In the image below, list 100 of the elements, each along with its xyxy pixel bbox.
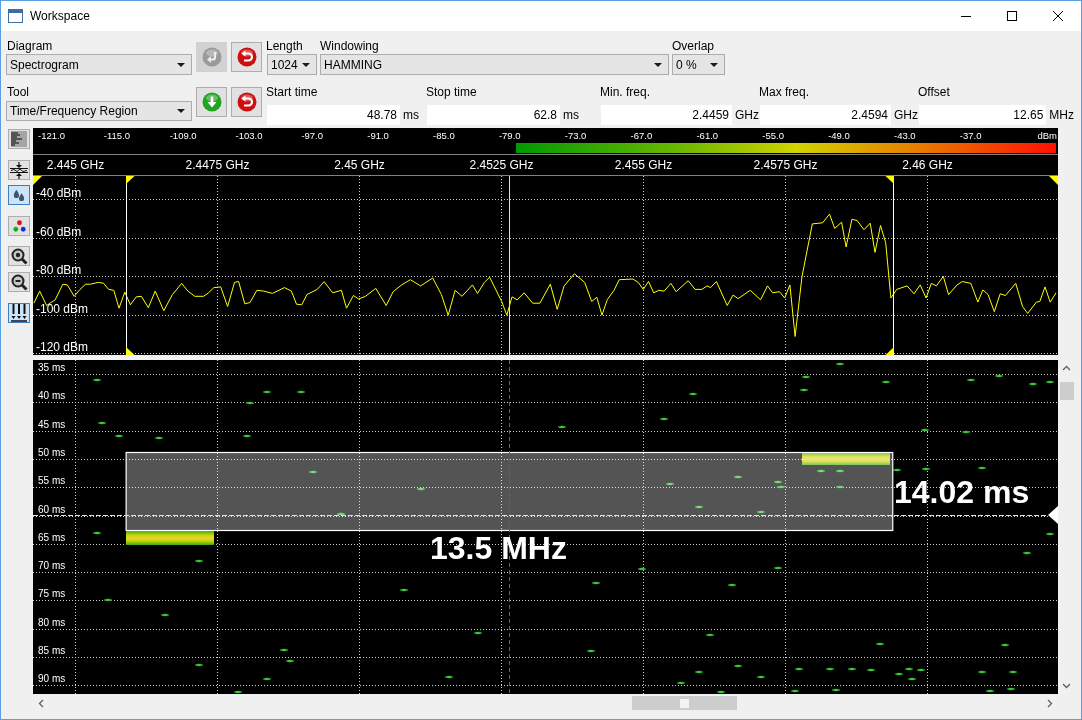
peaks-button[interactable]	[8, 303, 30, 323]
time-tick-label: 75 ms	[38, 588, 66, 600]
color-dots-icon	[12, 220, 26, 232]
unit-label: MHz	[1049, 108, 1074, 122]
field-label: Start time	[266, 84, 319, 101]
level-tick-label: -100 dBm	[36, 301, 89, 316]
zoom-out-icon	[10, 273, 28, 291]
frequency-tick-label: 2.455 GHz	[614, 158, 673, 172]
spectrogram-button[interactable]	[8, 129, 30, 149]
scrollbar-thumb[interactable]	[1059, 382, 1074, 400]
caret-icon	[177, 109, 185, 113]
min-frequency-field[interactable]: 2.4459	[601, 105, 732, 125]
fit-button[interactable]	[8, 160, 30, 180]
frequency-tick-label: 2.4475 GHz	[185, 158, 250, 172]
scale-tick-label: -73.0	[564, 130, 588, 142]
app-window-icon	[8, 9, 23, 23]
level-tick-label: -40 dBm	[36, 185, 82, 200]
scale-tick-label: -43.0	[893, 130, 917, 142]
level-tick-label: -80 dBm	[36, 262, 82, 277]
caret-icon	[177, 62, 185, 67]
close-icon	[1053, 11, 1063, 21]
length-label: Length	[266, 39, 304, 54]
scale-tick-label: -121.0	[38, 130, 66, 142]
scale-tick-label: -55.0	[762, 130, 785, 142]
time-tick-label: 40 ms	[38, 390, 66, 402]
zoom-in-button[interactable]	[8, 246, 30, 266]
chevron-down-icon	[1062, 681, 1071, 690]
edge-marker-icon	[33, 176, 42, 185]
minimize-icon	[961, 15, 971, 17]
droplets-icon	[13, 189, 25, 201]
region-end-marker[interactable]	[885, 176, 894, 355]
duration-label: 14.02 ms	[894, 476, 1030, 508]
scale-tick-label: -37.0	[959, 130, 983, 142]
field-label: Min. freq.	[600, 84, 651, 101]
region-start-marker[interactable]	[126, 176, 135, 355]
time-tick-label: 55 ms	[38, 475, 66, 487]
scale-unit-label: dBm	[1037, 130, 1057, 142]
undo-button[interactable]	[231, 42, 262, 72]
overlap-label: Overlap	[672, 39, 716, 54]
start-time-field[interactable]: 48.78	[267, 105, 400, 125]
zoom-out-button[interactable]	[8, 272, 30, 292]
chevron-right-icon	[1045, 698, 1054, 708]
diagram-label: Diagram	[6, 39, 54, 54]
time-tick-label: 85 ms	[38, 645, 66, 657]
unit-label: ms	[403, 108, 419, 122]
tool-dropdown[interactable]: Time/Frequency Region	[6, 101, 192, 121]
selection-region[interactable]	[125, 451, 894, 532]
scale-tick-label: -61.0	[696, 130, 720, 142]
unit-label: GHz	[735, 108, 759, 122]
grip-icon	[680, 698, 689, 708]
time-tick-label: 35 ms	[38, 362, 66, 374]
exclamation-marks-icon	[11, 304, 27, 322]
scale-tick-label: -115.0	[103, 130, 132, 142]
undo-button[interactable]	[231, 87, 262, 117]
unit-label: GHz	[894, 108, 918, 122]
frequency-tick-label: 2.4575 GHz	[753, 158, 818, 172]
droplets-button[interactable]	[8, 185, 30, 205]
stop-time-field[interactable]: 62.8	[427, 105, 560, 125]
time-tick-label: 90 ms	[38, 673, 66, 685]
level-tick-label: -60 dBm	[36, 224, 82, 239]
offset-field[interactable]: 12.65	[919, 105, 1047, 125]
chevron-left-icon	[37, 698, 46, 708]
scale-tick-label: -103.0	[235, 130, 264, 142]
time-tick-label: 70 ms	[38, 560, 66, 572]
field-label: Max freq.	[759, 84, 810, 101]
windowing-label: Windowing	[320, 39, 380, 54]
scale-tick-label: -109.0	[169, 130, 198, 142]
frequency-tick-label: 2.4525 GHz	[469, 158, 534, 172]
windowing-dropdown[interactable]: HAMMING	[320, 54, 669, 75]
down-button[interactable]	[196, 87, 227, 117]
frequency-tick-label: 2.46 GHz	[902, 158, 953, 172]
bandwidth-label: 13.5 MHz	[430, 532, 567, 564]
time-tick-label: 80 ms	[38, 617, 66, 629]
time-tick-label: 65 ms	[38, 532, 66, 544]
scale-tick-label: -97.0	[301, 130, 325, 142]
time-tick-label: 60 ms	[38, 504, 66, 516]
length-dropdown[interactable]: 1024	[267, 54, 317, 75]
tool-label: Tool	[6, 84, 30, 101]
scale-tick-label: -91.0	[367, 130, 390, 142]
scrollbar-thumb[interactable]	[632, 696, 737, 710]
frequency-tick-label: 2.45 GHz	[334, 158, 385, 172]
scale-tick-label: -67.0	[630, 130, 654, 142]
caret-icon	[710, 62, 718, 67]
field-label: Stop time	[426, 84, 478, 101]
diagram-dropdown[interactable]: Spectrogram	[6, 54, 192, 75]
unit-label: ms	[563, 108, 579, 122]
center-marker-line[interactable]	[509, 176, 510, 355]
time-tick-label: 50 ms	[38, 447, 66, 459]
max-frequency-field[interactable]: 2.4594	[760, 105, 891, 125]
color-button[interactable]	[8, 216, 30, 236]
vertical-fit-icon	[10, 161, 28, 179]
time-cursor-marker[interactable]	[33, 506, 1058, 524]
scale-tick-label: -85.0	[433, 130, 456, 142]
caret-icon	[302, 62, 310, 67]
field-label: Offset	[918, 84, 951, 101]
spectrogram-icon	[11, 131, 27, 147]
edge-marker-icon	[1049, 176, 1058, 185]
overlap-dropdown[interactable]: 0 %	[672, 54, 725, 75]
caret-icon	[654, 62, 662, 67]
level-tick-label: -120 dBm	[36, 339, 89, 354]
